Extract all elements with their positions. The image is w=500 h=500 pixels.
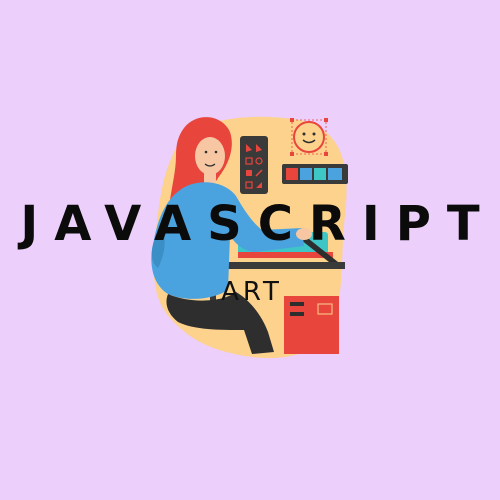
poster: JAVASCRIPT ART xyxy=(0,0,500,500)
poster-subtitle: ART xyxy=(221,277,283,307)
poster-title: JAVASCRIPT xyxy=(20,196,496,252)
tool-palette-icon xyxy=(240,136,268,194)
color-swatch-icon xyxy=(282,164,348,184)
